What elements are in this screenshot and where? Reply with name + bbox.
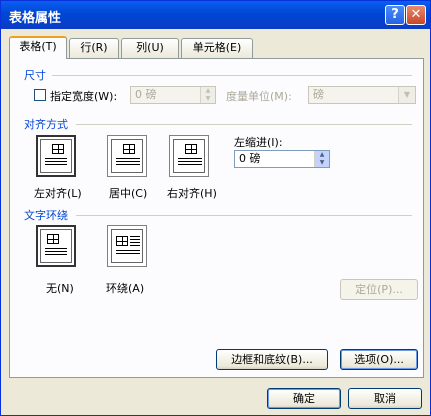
unit-select[interactable]: 磅 ▼ [308, 86, 416, 104]
align-center-option[interactable] [107, 135, 147, 177]
wrap-none-option[interactable] [36, 225, 76, 267]
table-properties-dialog: 表格属性 ? ✕ 表格(T) 行(R) 列(U) 单元格(E) 尺寸 指定宽度(… [0, 0, 431, 416]
align-center-icon [111, 139, 143, 173]
indent-spinbox[interactable]: 0 磅 ▲ ▼ [234, 150, 330, 168]
dialog-title: 表格属性 [9, 11, 62, 26]
positioning-button[interactable]: 定位(P)... [340, 279, 418, 300]
section-wrapping-label: 文字环绕 [24, 209, 68, 222]
wrap-none-label: 无(N) [46, 282, 74, 295]
tab-row[interactable]: 行(R) [69, 38, 119, 58]
spinner-icon[interactable]: ▲ ▼ [314, 151, 329, 167]
align-right-icon [173, 139, 205, 173]
unit-value: 磅 [313, 88, 324, 101]
align-left-icon [40, 139, 72, 173]
borders-shading-button[interactable]: 边框和底纹(B)... [216, 349, 328, 370]
section-divider [52, 75, 412, 76]
section-size-label: 尺寸 [24, 69, 46, 82]
title-bar[interactable]: 表格属性 ? ✕ [1, 1, 430, 29]
wrap-none-icon [40, 229, 72, 263]
tab-column[interactable]: 列(U) [121, 38, 179, 58]
section-divider [76, 124, 412, 125]
width-spinbox[interactable]: 0 磅 ▲ ▼ [130, 86, 216, 104]
preferred-width-checkbox[interactable] [34, 89, 46, 101]
align-center-label: 居中(C) [109, 187, 148, 200]
unit-label: 度量单位(M): [226, 90, 292, 103]
tab-cell[interactable]: 单元格(E) [181, 38, 253, 58]
align-left-label: 左对齐(L) [34, 187, 82, 200]
help-icon[interactable]: ? [385, 5, 405, 25]
wrap-around-option[interactable] [107, 225, 147, 267]
section-divider [76, 215, 412, 216]
ok-button[interactable]: 确定 [267, 388, 341, 409]
close-icon[interactable]: ✕ [406, 5, 426, 25]
width-value: 0 磅 [135, 88, 157, 101]
tab-table[interactable]: 表格(T) [9, 36, 67, 59]
align-left-option[interactable] [36, 135, 76, 177]
indent-value: 0 磅 [239, 152, 261, 165]
section-alignment-label: 对齐方式 [24, 118, 68, 131]
spinner-icon[interactable]: ▲ ▼ [200, 87, 215, 103]
chevron-down-icon[interactable]: ▼ [398, 87, 415, 103]
preferred-width-label: 指定宽度(W): [50, 90, 118, 103]
align-right-label: 右对齐(H) [167, 187, 217, 200]
align-right-option[interactable] [169, 135, 209, 177]
indent-label: 左缩进(I): [234, 136, 283, 149]
wrap-around-icon [111, 229, 143, 263]
cancel-button[interactable]: 取消 [348, 388, 422, 409]
wrap-around-label: 环绕(A) [106, 282, 145, 295]
tab-panel-table: 尺寸 指定宽度(W): 0 磅 ▲ ▼ 度量单位(M): 磅 ▼ 对齐方式 左对齐… [9, 58, 424, 378]
options-button[interactable]: 选项(O)... [340, 349, 418, 370]
